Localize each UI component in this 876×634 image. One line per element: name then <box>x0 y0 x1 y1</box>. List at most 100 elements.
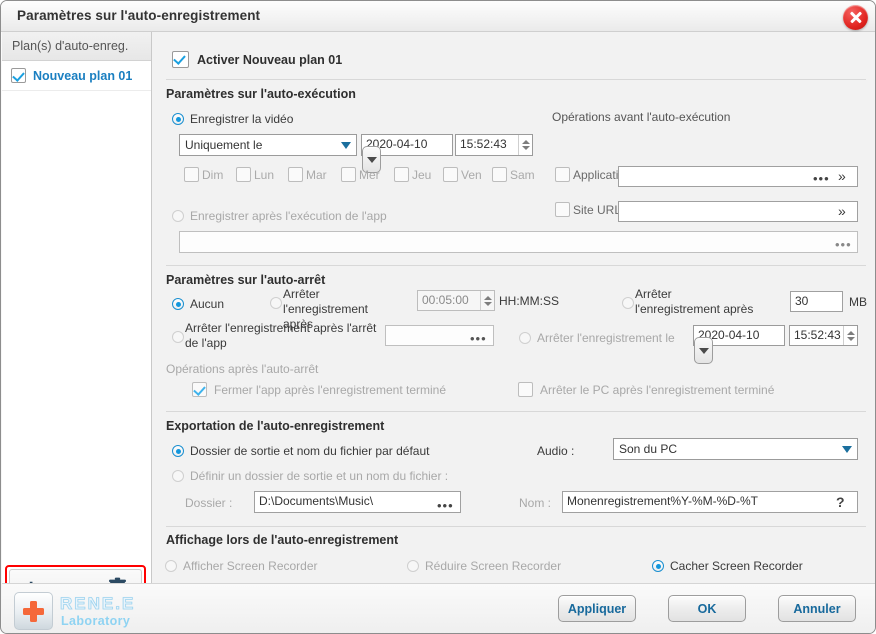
display-minimize-label: Réduire Screen Recorder <box>425 559 562 573</box>
day-checkbox-ven[interactable]: Ven <box>440 167 482 182</box>
day-checkbox-mer-box[interactable] <box>341 167 356 182</box>
close-app-after-label: Fermer l'app après l'enregistrement term… <box>214 382 447 397</box>
display-option-hide[interactable]: Cacher Screen Recorder <box>646 559 803 573</box>
enable-plan-checkbox[interactable] <box>172 51 189 68</box>
shutdown-pc-after-option[interactable]: Arrêter le PC après l'enregistrement ter… <box>511 382 774 397</box>
url-checkbox[interactable] <box>555 202 570 217</box>
record-video-option[interactable]: Enregistrer la vidéo <box>166 112 293 126</box>
display-option-show[interactable]: Afficher Screen Recorder <box>159 559 318 573</box>
url-expand-icon[interactable]: » <box>838 204 846 218</box>
sidebar-header: Plan(s) d'auto-enreg. <box>2 32 151 61</box>
custom-output-option[interactable]: Définir un dossier de sortie et un nom d… <box>166 469 448 483</box>
post-ops-title: Opérations après l'auto-arrêt <box>166 362 319 376</box>
display-hide-radio[interactable] <box>652 560 664 572</box>
stop-after-app-radio[interactable] <box>172 331 184 343</box>
day-checkbox-ven-box[interactable] <box>443 167 458 182</box>
size-unit-label: MB <box>849 295 867 309</box>
record-after-app-option[interactable]: Enregistrer après l'exécution de l'app <box>166 209 387 223</box>
day-checkbox-lun[interactable]: Lun <box>233 167 274 182</box>
stop-none-radio[interactable] <box>172 298 184 310</box>
divider <box>166 411 866 412</box>
day-label: Dim <box>202 167 224 182</box>
list-item[interactable]: Nouveau plan 01 <box>2 61 151 91</box>
stop-after-app-option[interactable] <box>166 331 184 343</box>
frequency-select[interactable]: Uniquement le <box>179 134 357 156</box>
default-output-radio[interactable] <box>172 445 184 457</box>
duration-stepper[interactable]: 00:05:00 <box>417 290 495 311</box>
day-checkbox-jeu[interactable]: Jeu <box>391 167 431 182</box>
day-checkbox-jeu-box[interactable] <box>394 167 409 182</box>
stop-at-datetime-option[interactable]: Arrêter l'enregistrement le <box>513 331 675 345</box>
start-date-picker[interactable]: 2020-04-10 <box>361 134 453 173</box>
brand-logo: RENE.E Laboratory <box>14 590 229 630</box>
url-checkbox-row[interactable]: Site URL <box>552 202 621 217</box>
record-video-radio[interactable] <box>172 113 184 125</box>
day-checkbox-sam-box[interactable] <box>492 167 507 182</box>
stop-none-option[interactable]: Aucun <box>166 297 224 311</box>
stop-at-datetime-radio[interactable] <box>519 332 531 344</box>
stop-app-browse-dots[interactable]: ••• <box>470 332 487 345</box>
plan-label: Nouveau plan 01 <box>33 68 133 83</box>
cancel-button[interactable]: Annuler <box>778 595 856 622</box>
title-bar: Paramètres sur l'auto-enregistrement <box>1 1 875 32</box>
stop-date-picker[interactable]: 2020-04-10 <box>693 325 785 364</box>
close-app-after-option[interactable]: Fermer l'app après l'enregistrement term… <box>185 382 446 397</box>
record-after-app-browse-dots[interactable]: ••• <box>835 238 852 251</box>
default-output-option[interactable]: Dossier de sortie et nom du fichier par … <box>166 444 429 458</box>
close-icon[interactable] <box>843 5 868 30</box>
apply-button[interactable]: Appliquer <box>558 595 636 622</box>
record-after-app-radio[interactable] <box>172 210 184 222</box>
divider <box>166 79 866 80</box>
app-path-expand-icon[interactable]: » <box>838 169 846 183</box>
chevron-down-icon <box>842 445 852 453</box>
day-checkbox-sam[interactable]: Sam <box>489 167 535 182</box>
app-checkbox[interactable] <box>555 167 570 182</box>
logo-name: RENE.E <box>60 594 136 614</box>
filename-help-icon[interactable]: ? <box>836 494 845 510</box>
record-video-label: Enregistrer la vidéo <box>190 112 294 126</box>
stop-after-size-radio[interactable] <box>622 297 634 309</box>
display-minimize-radio[interactable] <box>407 560 419 572</box>
plan-checkbox[interactable] <box>11 68 26 83</box>
day-checkbox-dim-box[interactable] <box>184 167 199 182</box>
display-option-minimize[interactable]: Réduire Screen Recorder <box>401 559 561 573</box>
custom-output-radio[interactable] <box>172 470 184 482</box>
stop-after-duration-option[interactable] <box>264 297 282 309</box>
start-time-value: 15:52:43 <box>460 137 507 151</box>
audio-select[interactable]: Son du PC <box>613 438 858 460</box>
stop-at-datetime-label: Arrêter l'enregistrement le <box>537 331 675 345</box>
filename-input[interactable]: Monenregistrement%Y-%M-%D-%T <box>562 491 858 513</box>
day-checkbox-mar-box[interactable] <box>288 167 303 182</box>
start-time-stepper[interactable]: 15:52:43 <box>455 134 533 156</box>
display-show-radio[interactable] <box>165 560 177 572</box>
day-checkbox-dim[interactable]: Dim <box>181 167 223 182</box>
close-app-after-checkbox[interactable] <box>192 382 207 397</box>
folder-input[interactable]: D:\Documents\Music\ <box>254 491 461 513</box>
enable-plan-label: Activer Nouveau plan 01 <box>197 52 343 67</box>
default-output-label: Dossier de sortie et nom du fichier par … <box>190 444 430 458</box>
audio-label: Audio : <box>537 444 575 458</box>
ok-button[interactable]: OK <box>668 595 746 622</box>
spinner-arrows[interactable] <box>518 135 532 155</box>
day-checkbox-lun-box[interactable] <box>236 167 251 182</box>
spinner-arrows[interactable] <box>480 291 494 310</box>
enable-plan-row[interactable]: Activer Nouveau plan 01 <box>166 51 342 68</box>
folder-browse-dots[interactable]: ••• <box>437 499 454 512</box>
url-input[interactable] <box>618 201 858 222</box>
calendar-dropdown-icon[interactable] <box>694 337 713 364</box>
cross-icon <box>23 601 44 622</box>
spinner-arrows[interactable] <box>843 326 857 345</box>
custom-output-label: Définir un dossier de sortie et un nom d… <box>190 469 449 483</box>
stop-time-stepper[interactable]: 15:52:43 <box>789 325 858 346</box>
stop-after-duration-radio[interactable] <box>270 297 282 309</box>
size-input[interactable]: 30 <box>790 291 843 312</box>
stop-after-size-option[interactable] <box>616 297 634 309</box>
day-checkbox-mer[interactable]: Mer <box>338 167 380 182</box>
shutdown-pc-after-checkbox[interactable] <box>518 382 533 397</box>
stop-after-app-label: Arrêter l'enregistrement après l'arrêt d… <box>185 321 377 350</box>
day-checkbox-mar[interactable]: Mar <box>285 167 327 182</box>
day-label: Jeu <box>412 167 432 182</box>
app-path-browse-dots[interactable]: ••• <box>813 172 830 185</box>
record-after-app-input[interactable] <box>179 231 858 253</box>
url-checkbox-label: Site URL <box>573 202 622 217</box>
